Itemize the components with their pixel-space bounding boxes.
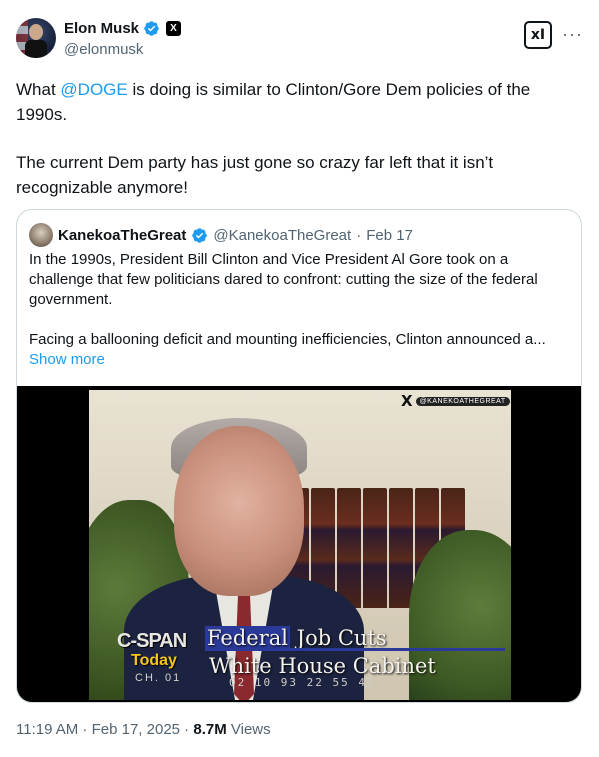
quoted-tweet-header: KanekoaTheGreat @KanekoaTheGreat · Feb 1… — [29, 223, 413, 247]
affiliate-x-badge-icon: X — [166, 21, 182, 36]
author-avatar[interactable] — [16, 18, 56, 58]
tweet-paragraph-2: The current Dem party has just gone so c… — [16, 153, 494, 197]
post-date[interactable]: Feb 17, 2025 — [92, 721, 180, 738]
grok-button[interactable]: xI — [524, 21, 552, 49]
tweet: Elon Musk X @elonmusk xI ··· What @DOGE … — [0, 0, 599, 757]
views-label: Views — [226, 721, 271, 738]
quoted-author-name: KanekoaTheGreat — [58, 226, 187, 244]
video-caption-line-1: Federal Job Cuts — [205, 626, 387, 650]
quoted-paragraph-2: Facing a ballooning deficit and mounting… — [29, 331, 546, 348]
quoted-tweet[interactable]: KanekoaTheGreat @KanekoaTheGreat · Feb 1… — [16, 209, 582, 703]
quoted-tweet-text: In the 1990s, President Bill Clinton and… — [29, 250, 569, 370]
video-watermark: X @KANEKOATHEGREAT — [401, 392, 510, 410]
cspan-today-label: Today — [131, 652, 177, 669]
post-time[interactable]: 11:19 AM — [16, 721, 78, 738]
views-count: 8.7M — [193, 721, 227, 738]
quoted-author-avatar — [29, 223, 53, 247]
video-caption-line-2: White House Cabinet — [209, 654, 436, 678]
quoted-verified-badge-icon — [192, 227, 208, 243]
video-frame: X @KANEKOATHEGREAT C-SPAN Today CH. 01 F… — [89, 390, 511, 700]
author-name[interactable]: Elon Musk — [64, 20, 139, 37]
watermark-handle: @KANEKOATHEGREAT — [415, 396, 510, 406]
doge-mention-link[interactable]: @DOGE — [60, 80, 127, 99]
cspan-channel: CH. 01 — [135, 672, 182, 684]
quoted-author-handle: @KanekoaTheGreat — [213, 226, 352, 244]
more-options-button[interactable]: ··· — [562, 24, 583, 45]
tweet-text: What @DOGE is doing is similar to Clinto… — [16, 77, 581, 223]
quoted-paragraph-1: In the 1990s, President Bill Clinton and… — [29, 251, 538, 308]
quoted-separator: · — [356, 226, 362, 244]
tweet-footer: 11:19 AM · Feb 17, 2025 · 8.7M Views — [16, 721, 271, 738]
x-logo-icon: X — [401, 392, 413, 410]
show-more-link[interactable]: Show more — [29, 351, 105, 368]
quoted-date: Feb 17 — [366, 226, 413, 244]
verified-badge-icon — [144, 21, 159, 36]
tweet-paragraph-1: What @DOGE is doing is similar to Clinto… — [16, 80, 531, 124]
author-name-row: Elon Musk X — [64, 20, 182, 37]
author-handle[interactable]: @elonmusk — [64, 41, 143, 58]
speaker-face-image — [174, 426, 304, 596]
cspan-logo: C-SPAN — [117, 630, 187, 652]
video-timestamp: 02 10 93 22 55 42 — [229, 676, 376, 689]
video-player[interactable]: X @KANEKOATHEGREAT C-SPAN Today CH. 01 F… — [17, 386, 581, 702]
